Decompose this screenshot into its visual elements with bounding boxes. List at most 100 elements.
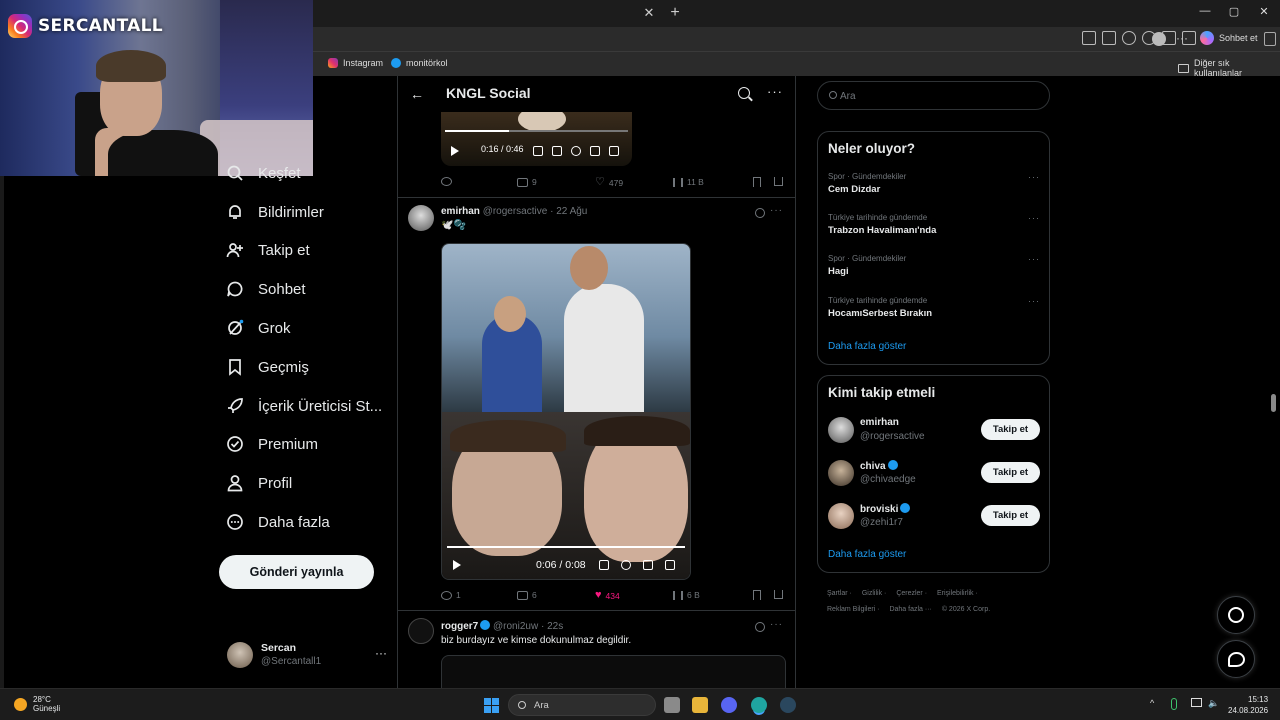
nav-item-more[interactable]: Daha fazla <box>226 509 396 535</box>
network-icon[interactable] <box>1191 698 1202 707</box>
views-button[interactable]: 11 B <box>673 177 704 187</box>
show-more-trends-link[interactable]: Daha fazla göster <box>828 341 906 352</box>
pip-icon[interactable] <box>590 146 600 156</box>
video-progress-bar[interactable] <box>447 546 685 548</box>
pip-icon[interactable] <box>643 560 653 570</box>
file-explorer-icon[interactable] <box>692 697 708 713</box>
nav-item-notifications[interactable]: Bildirimler <box>226 199 396 225</box>
fullscreen-icon[interactable] <box>665 560 675 570</box>
reader-icon[interactable] <box>1102 31 1116 45</box>
share-button[interactable] <box>774 590 783 599</box>
captions-icon[interactable] <box>533 146 543 156</box>
trend-item[interactable]: Türkiye tarihinde gündemde Trabzon Haval… <box>828 213 1040 243</box>
volume-icon[interactable]: 🔈 <box>1208 698 1219 709</box>
favorite-instagram[interactable]: Instagram <box>328 58 383 68</box>
tweet-more-icon[interactable]: ··· <box>770 205 783 216</box>
more-icon[interactable]: ··· <box>767 84 783 99</box>
settings-gear-icon[interactable] <box>571 146 581 156</box>
nav-item-bookmarks[interactable]: Geçmiş <box>226 354 396 380</box>
nav-item-grok[interactable]: Grok <box>226 315 396 341</box>
grok-fab-button[interactable] <box>1217 596 1255 634</box>
avatar[interactable] <box>408 618 434 644</box>
grok-icon[interactable] <box>755 208 765 218</box>
like-button[interactable]: ♡ 479 <box>595 177 623 188</box>
tab-close-button[interactable]: ✕ <box>639 3 659 23</box>
nav-item-profile[interactable]: Profil <box>226 470 396 496</box>
page-scrollbar[interactable] <box>1270 80 1276 684</box>
app-available-icon[interactable] <box>1082 31 1096 45</box>
tweet-author-handle[interactable]: @rogersactive <box>483 206 548 217</box>
follow-suggestion[interactable]: chiva @chivaedge Takip et <box>828 460 1040 490</box>
suggestion-name[interactable]: emirhan <box>860 417 899 428</box>
tweet-author-name[interactable]: emirhan <box>441 206 480 217</box>
bookmark-button[interactable] <box>753 590 761 600</box>
views-button[interactable]: 6 B <box>673 590 700 600</box>
tweet-date[interactable]: 22s <box>547 621 563 632</box>
close-window-button[interactable]: ✕ <box>1254 5 1274 21</box>
follow-button[interactable]: Takip et <box>981 505 1040 526</box>
avatar[interactable] <box>408 205 434 231</box>
video-player[interactable]: 0:16 / 0:46 <box>441 112 632 166</box>
search-input[interactable] <box>840 88 1040 104</box>
nav-item-creator-studio[interactable]: İçerik Üreticisi St... <box>226 393 396 419</box>
avatar[interactable] <box>828 503 854 529</box>
video-play-button[interactable] <box>453 560 461 570</box>
scrollbar-thumb[interactable] <box>1271 394 1276 412</box>
other-favorites[interactable]: Diğer sık kullanılanlar <box>1178 58 1280 78</box>
microphone-icon[interactable] <box>1171 698 1177 710</box>
tweet-author-handle[interactable]: @roni2uw <box>493 621 538 632</box>
edge-browser-icon[interactable] <box>751 697 767 713</box>
trend-more-icon[interactable]: ··· <box>1028 213 1040 223</box>
reply-button[interactable] <box>441 177 456 186</box>
taskbar-search[interactable]: Ara <box>508 694 656 716</box>
show-more-suggestions-link[interactable]: Daha fazla göster <box>828 549 906 560</box>
steam-icon[interactable] <box>780 697 796 713</box>
settings-gear-icon[interactable] <box>621 560 631 570</box>
trend-more-icon[interactable]: ··· <box>1028 296 1040 306</box>
retweet-button[interactable]: 9 <box>517 177 537 187</box>
fullscreen-icon[interactable] <box>609 146 619 156</box>
video-play-button[interactable] <box>451 146 459 156</box>
trend-item[interactable]: Spor · Gündemdekiler Hagi ··· <box>828 254 1040 284</box>
messages-fab-button[interactable] <box>1217 640 1255 678</box>
discord-icon[interactable] <box>721 697 737 713</box>
back-arrow-icon[interactable]: ← <box>410 86 424 102</box>
avatar[interactable] <box>828 460 854 486</box>
account-more-icon[interactable]: ··· <box>375 646 387 660</box>
nav-item-follow[interactable]: Takip et <box>226 237 396 263</box>
suggestion-name[interactable]: chiva <box>860 460 898 472</box>
profile-avatar-icon[interactable] <box>1152 32 1166 46</box>
trend-item[interactable]: Spor · Gündemdekiler Cem Dizdar ··· <box>828 172 1040 202</box>
tweet-author-name[interactable]: rogger7 <box>441 621 478 632</box>
tweet-date[interactable]: 22 Ağu <box>556 206 587 217</box>
trend-more-icon[interactable]: ··· <box>1028 254 1040 264</box>
footer-link-privacy[interactable]: Gizlilik · <box>862 590 887 597</box>
account-switcher[interactable]: Sercan @Sercantall1 ··· <box>227 642 387 672</box>
system-clock[interactable]: 15:13 24.08.2026 <box>1228 694 1268 716</box>
tray-chevron-icon[interactable]: ^ <box>1150 698 1154 708</box>
retweet-button[interactable]: 6 <box>517 590 537 600</box>
share-button[interactable] <box>774 177 783 186</box>
follow-suggestion[interactable]: broviski @zehi1r7 Takip et <box>828 503 1040 533</box>
copilot-button[interactable]: Sohbet et <box>1200 31 1258 45</box>
follow-button[interactable]: Takip et <box>981 462 1040 483</box>
trend-more-icon[interactable]: ··· <box>1028 172 1040 182</box>
favorite-monitorkol[interactable]: monitörkol <box>391 58 448 68</box>
tweet-media[interactable] <box>441 655 786 688</box>
footer-link-more[interactable]: Daha fazla ··· <box>889 606 931 613</box>
new-tab-button[interactable]: + <box>665 3 685 23</box>
reply-button[interactable]: 1 <box>441 590 461 600</box>
follow-suggestion[interactable]: emirhan @rogersactive Takip et <box>828 417 1040 447</box>
footer-link-ads-info[interactable]: Reklam Bilgileri · <box>827 606 880 613</box>
minimize-button[interactable]: — <box>1195 5 1215 21</box>
avatar[interactable] <box>828 417 854 443</box>
footer-link-cookies[interactable]: Çerezler · <box>896 590 927 597</box>
search-field[interactable] <box>817 81 1050 110</box>
post-button[interactable]: Gönderi yayınla <box>219 555 374 589</box>
trend-item[interactable]: Türkiye tarihinde gündemde HocamıSerbest… <box>828 296 1040 326</box>
task-view-icon[interactable] <box>664 697 680 713</box>
weather-widget[interactable]: 28°C Güneşli <box>14 695 60 713</box>
maximize-button[interactable]: ▢ <box>1224 5 1244 21</box>
follow-button[interactable]: Takip et <box>981 419 1040 440</box>
tweet-more-icon[interactable]: ··· <box>770 619 783 630</box>
